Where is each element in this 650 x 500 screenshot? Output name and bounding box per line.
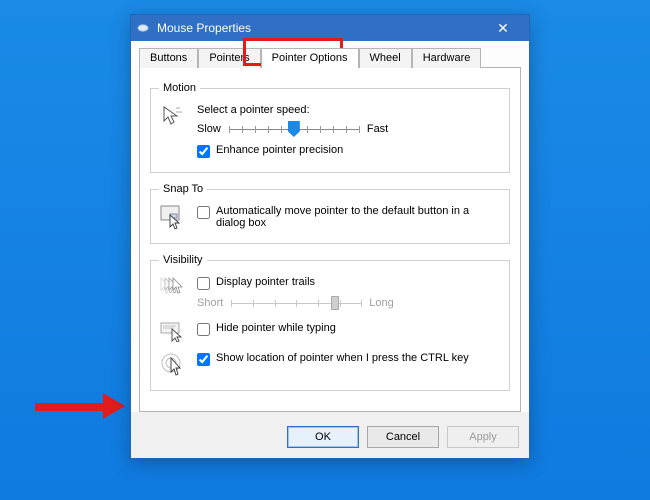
group-visibility-legend: Visibility [159, 254, 207, 266]
pointer-trails-slider [231, 294, 361, 312]
pointer-trails-checkbox[interactable]: Display pointer trails [197, 276, 501, 290]
tab-pointers[interactable]: Pointers [198, 48, 260, 68]
ctrl-locate-icon [159, 352, 187, 376]
trails-short-label: Short [197, 297, 223, 309]
group-snap-to: Snap To Automatically move pointer to th… [150, 183, 510, 244]
group-motion-legend: Motion [159, 82, 200, 94]
titlebar[interactable]: Mouse Properties ✕ [131, 15, 529, 41]
snap-to-checkbox[interactable]: Automatically move pointer to the defaul… [197, 205, 501, 229]
dialog-button-row: OK Cancel Apply [131, 418, 529, 458]
tab-panel-pointer-options: Motion Select a pointer speed: Slow [139, 67, 521, 412]
pointer-speed-heading: Select a pointer speed: [197, 104, 501, 116]
hide-while-typing-input[interactable] [197, 323, 210, 336]
tab-strip: Buttons Pointers Pointer Options Wheel H… [135, 47, 525, 67]
ctrl-locate-input[interactable] [197, 353, 210, 366]
ctrl-locate-checkbox[interactable]: Show location of pointer when I press th… [197, 352, 501, 366]
tab-label: Hardware [423, 52, 471, 64]
hide-while-typing-checkbox[interactable]: Hide pointer while typing [197, 322, 501, 336]
tab-buttons[interactable]: Buttons [139, 48, 198, 68]
tab-label: Pointer Options [272, 52, 348, 64]
tab-pointer-options[interactable]: Pointer Options [261, 48, 359, 68]
tab-label: Pointers [209, 52, 249, 64]
callout-arrow [35, 395, 135, 417]
enhance-precision-input[interactable] [197, 145, 210, 158]
enhance-precision-label: Enhance pointer precision [216, 144, 343, 156]
close-button[interactable]: ✕ [483, 15, 523, 41]
mouse-properties-window: Mouse Properties ✕ Buttons Pointers Poin… [130, 14, 530, 459]
group-visibility: Visibility [150, 254, 510, 391]
ok-button[interactable]: OK [287, 426, 359, 448]
ctrl-locate-label: Show location of pointer when I press th… [216, 352, 469, 364]
speed-slow-label: Slow [197, 123, 221, 135]
window-title: Mouse Properties [157, 21, 483, 35]
mouse-icon [137, 23, 151, 33]
apply-button: Apply [447, 426, 519, 448]
speed-fast-label: Fast [367, 123, 388, 135]
snap-to-label: Automatically move pointer to the defaul… [216, 205, 501, 229]
group-motion: Motion Select a pointer speed: Slow [150, 82, 510, 173]
pointer-trails-label: Display pointer trails [216, 276, 315, 288]
ok-label: OK [315, 431, 331, 443]
enhance-precision-checkbox[interactable]: Enhance pointer precision [197, 144, 501, 158]
snap-to-input[interactable] [197, 206, 210, 219]
cursor-speed-icon [159, 104, 187, 128]
pointer-trails-icon [159, 276, 187, 298]
cancel-label: Cancel [386, 431, 420, 443]
tab-label: Wheel [370, 52, 401, 64]
hide-typing-icon [159, 322, 187, 342]
pointer-speed-slider[interactable] [229, 120, 359, 138]
cancel-button[interactable]: Cancel [367, 426, 439, 448]
tab-hardware[interactable]: Hardware [412, 48, 482, 68]
pointer-trails-input[interactable] [197, 277, 210, 290]
tab-label: Buttons [150, 52, 187, 64]
tab-wheel[interactable]: Wheel [359, 48, 412, 68]
snap-to-icon [159, 205, 187, 229]
group-snap-legend: Snap To [159, 183, 207, 195]
apply-label: Apply [469, 431, 497, 443]
hide-while-typing-label: Hide pointer while typing [216, 322, 336, 334]
trails-long-label: Long [369, 297, 393, 309]
client-area: Buttons Pointers Pointer Options Wheel H… [131, 41, 529, 412]
